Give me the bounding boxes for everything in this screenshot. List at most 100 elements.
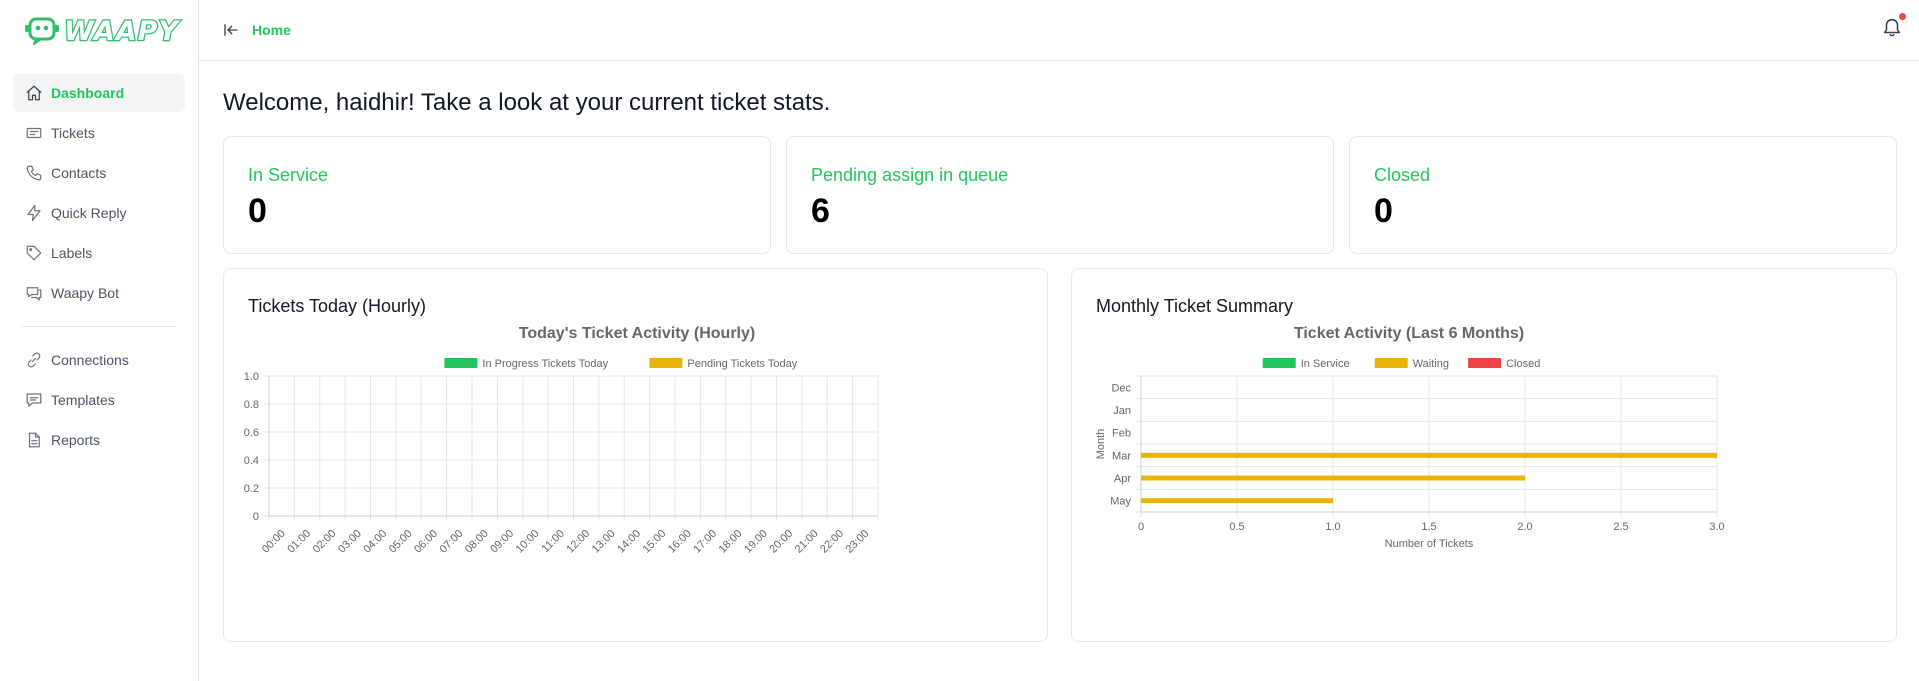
legend-swatch xyxy=(1262,358,1296,368)
stat-value: 0 xyxy=(1374,192,1393,230)
x-tick-label: 0 xyxy=(1138,521,1144,533)
breadcrumb-home[interactable]: Home xyxy=(252,22,291,38)
stat-card-pending: Pending assign in queue 6 xyxy=(786,136,1334,254)
legend-swatch xyxy=(444,358,478,368)
bar xyxy=(1141,498,1333,504)
x-tick-label: 20:00 xyxy=(767,528,795,556)
bar xyxy=(1141,452,1717,458)
stat-value: 0 xyxy=(248,192,267,230)
topbar: Home xyxy=(199,0,1919,61)
sidebar-item-quick-reply[interactable]: Quick Reply xyxy=(13,194,185,232)
sidebar-item-label: Connections xyxy=(51,352,129,368)
collapse-icon[interactable] xyxy=(222,21,240,39)
legend-swatch xyxy=(1468,358,1502,368)
sidebar-item-tickets[interactable]: Tickets xyxy=(13,114,185,152)
sidebar-item-templates[interactable]: Templates xyxy=(13,381,185,419)
logo[interactable]: WAAPY xyxy=(0,0,198,62)
sidebar-item-connections[interactable]: Connections xyxy=(13,341,185,379)
monthly-chart-card: Monthly Ticket Summary Ticket Activity (… xyxy=(1071,268,1897,642)
notifications-button[interactable] xyxy=(1881,13,1906,38)
sidebar-item-waapy-bot[interactable]: Waapy Bot xyxy=(13,274,185,312)
y-tick-label: 1.0 xyxy=(244,371,259,383)
x-tick-label: 22:00 xyxy=(818,528,846,556)
stat-value: 6 xyxy=(811,192,830,230)
sidebar: WAAPY Dashboard Tickets Contacts Quick R… xyxy=(0,0,199,681)
legend-swatch xyxy=(1374,358,1408,368)
stat-card-in-service: In Service 0 xyxy=(223,136,771,254)
sidebar-nav: Dashboard Tickets Contacts Quick Reply L… xyxy=(0,62,198,473)
sidebar-item-reports[interactable]: Reports xyxy=(13,421,185,459)
sidebar-item-label: Waapy Bot xyxy=(51,285,119,301)
x-tick-label: 13:00 xyxy=(590,528,618,556)
x-tick-label: 04:00 xyxy=(361,528,389,556)
hourly-chart-card: Tickets Today (Hourly) Today's Ticket Ac… xyxy=(223,268,1048,642)
sidebar-divider xyxy=(21,326,177,327)
x-tick-label: 15:00 xyxy=(640,528,668,556)
x-tick-label: 07:00 xyxy=(437,528,465,556)
x-tick-label: 12:00 xyxy=(564,528,592,556)
y-tick-label: May xyxy=(1110,496,1131,508)
x-tick-label: 10:00 xyxy=(514,528,542,556)
y-tick-label: 0.2 xyxy=(244,483,259,495)
stat-card-closed: Closed 0 xyxy=(1349,136,1897,254)
robot-logo-icon xyxy=(25,17,59,45)
legend-label: Waiting xyxy=(1413,358,1449,370)
x-tick-label: 1.0 xyxy=(1325,521,1340,533)
x-tick-label: 19:00 xyxy=(742,528,770,556)
sidebar-item-label: Reports xyxy=(51,432,101,448)
legend-label: In Service xyxy=(1301,358,1350,370)
notification-dot xyxy=(1899,13,1906,20)
sidebar-item-dashboard[interactable]: Dashboard xyxy=(13,74,185,112)
sidebar-item-label: Contacts xyxy=(51,165,107,181)
y-tick-label: Dec xyxy=(1111,382,1131,394)
y-tick-label: Mar xyxy=(1112,450,1131,462)
sidebar-item-label: Dashboard xyxy=(51,85,125,101)
hourly-chart: Today's Ticket Activity (Hourly) In Progr… xyxy=(244,325,879,556)
sidebar-item-label: Labels xyxy=(51,245,93,261)
y-axis-label: Month xyxy=(1095,429,1107,460)
y-tick-label: Apr xyxy=(1114,473,1131,485)
x-tick-label: 16:00 xyxy=(666,528,694,556)
stat-label: Pending assign in queue xyxy=(811,165,1009,185)
x-tick-label: 17:00 xyxy=(691,528,719,556)
x-tick-label: 2.0 xyxy=(1517,521,1532,533)
x-tick-label: 14:00 xyxy=(615,528,643,556)
phone-icon xyxy=(26,165,42,181)
logo-text: WAAPY xyxy=(63,14,179,48)
lightning-icon xyxy=(27,204,41,222)
legend-label: Closed xyxy=(1506,358,1540,370)
x-axis-label: Number of Tickets xyxy=(1385,538,1474,550)
legend-swatch xyxy=(649,358,683,368)
y-tick-label: 0.4 xyxy=(244,455,259,467)
x-tick-label: 06:00 xyxy=(412,528,440,556)
legend-label: Pending Tickets Today xyxy=(687,358,797,370)
monthly-chart: Ticket Activity (Last 6 Months) In Servic… xyxy=(1095,325,1725,550)
x-tick-label: 08:00 xyxy=(463,528,491,556)
home-icon xyxy=(26,85,42,101)
chat-icon xyxy=(26,287,42,301)
welcome-heading: Welcome, haidhir! Take a look at your cu… xyxy=(223,89,831,116)
y-tick-label: Feb xyxy=(1112,428,1131,440)
link-icon xyxy=(27,352,41,368)
x-tick-label: 3.0 xyxy=(1709,521,1724,533)
x-tick-label: 23:00 xyxy=(843,528,871,556)
sidebar-item-contacts[interactable]: Contacts xyxy=(13,154,185,192)
x-tick-label: 2.5 xyxy=(1613,521,1628,533)
chart-title: Ticket Activity (Last 6 Months) xyxy=(1294,325,1524,342)
x-tick-label: 01:00 xyxy=(285,528,313,556)
x-tick-label: 00:00 xyxy=(260,528,288,556)
sidebar-item-labels[interactable]: Labels xyxy=(13,234,185,272)
stat-label: In Service xyxy=(248,165,329,185)
x-tick-label: 05:00 xyxy=(387,528,415,556)
y-tick-label: 0.8 xyxy=(244,399,259,411)
x-tick-label: 18:00 xyxy=(717,528,745,556)
file-icon xyxy=(28,432,40,448)
x-tick-label: 21:00 xyxy=(793,528,821,556)
y-tick-label: Jan xyxy=(1113,405,1131,417)
y-tick-label: 0 xyxy=(253,511,259,523)
chart-title: Today's Ticket Activity (Hourly) xyxy=(519,325,755,342)
x-tick-label: 03:00 xyxy=(336,528,364,556)
x-tick-label: 0.5 xyxy=(1229,521,1244,533)
stat-label: Closed xyxy=(1374,165,1431,185)
x-tick-label: 09:00 xyxy=(488,528,516,556)
